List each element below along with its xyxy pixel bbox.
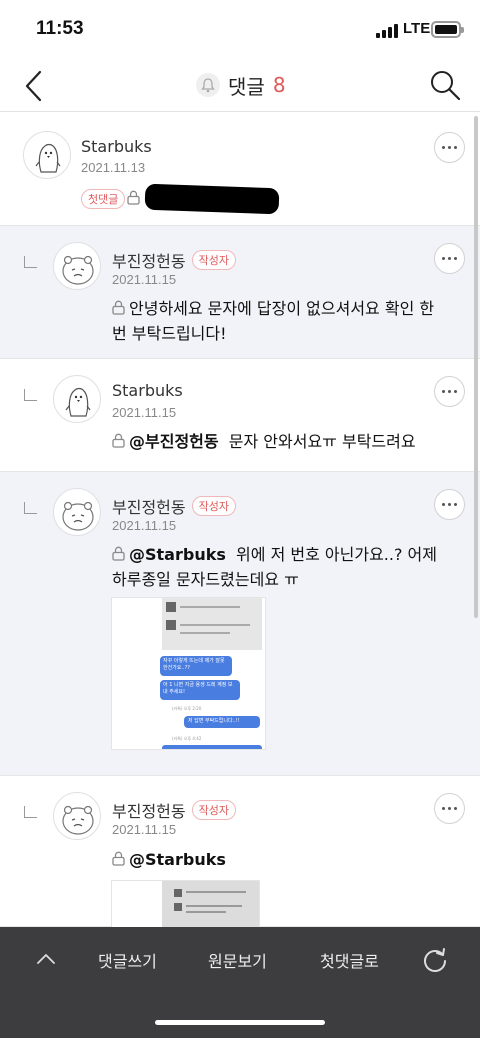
lock-icon	[112, 433, 125, 448]
writer-badge: 작성자	[191, 496, 236, 516]
attached-image[interactable]	[111, 880, 260, 927]
status-bar: 11:53 LTE	[0, 0, 480, 58]
comment-item: 부진정헌동 작성자 2021.11.15 안녕하세요 문자에 답장이 없으셔서요 …	[0, 226, 480, 359]
comment-author[interactable]: 부진정헌동 작성자	[112, 494, 236, 518]
comment-body: 문자 안와서요ㅠ 부탁드려요	[228, 432, 416, 451]
comments-header: 댓글 8	[0, 58, 480, 112]
reply-arrow-icon	[24, 389, 37, 401]
comment-date: 2021.11.13	[81, 160, 146, 175]
first-comment-button[interactable]: 첫댓글로	[320, 948, 379, 972]
chat-bubble: 아 1 니면 지금 용생 드레 계정 보내 주세요!	[160, 680, 240, 700]
comment-item: Starbuks 2021.11.13 첫댓글	[0, 113, 480, 226]
more-options-button[interactable]	[434, 489, 465, 520]
chat-time: (카톡) 오후 4:42	[172, 736, 202, 741]
avatar	[53, 488, 101, 536]
comment-date: 2021.11.15	[112, 272, 177, 287]
lock-icon	[112, 300, 125, 315]
chat-bubble: 저 답변 부탁드립니다..!!	[184, 716, 260, 728]
author-name: Starbuks	[112, 381, 183, 400]
chevron-left-icon	[25, 70, 42, 102]
signal-icon	[376, 24, 400, 38]
refresh-icon	[424, 948, 446, 972]
reply-arrow-icon	[24, 256, 37, 268]
back-button[interactable]	[20, 66, 50, 106]
more-options-button[interactable]	[434, 243, 465, 274]
author-name: 부진정헌동	[112, 252, 186, 271]
reply-arrow-icon	[24, 502, 37, 514]
more-options-button[interactable]	[434, 132, 465, 163]
comment-body-line2: 하루종일 문자드렸는데요 ㅠ	[112, 570, 299, 589]
mention-link[interactable]: @Starbuks	[129, 850, 226, 869]
more-options-button[interactable]	[434, 376, 465, 407]
comment-date: 2021.11.15	[112, 822, 177, 837]
avatar	[53, 792, 101, 840]
scroll-top-button[interactable]	[36, 951, 56, 965]
chevron-up-icon	[37, 954, 55, 964]
home-indicator[interactable]	[155, 1020, 325, 1025]
comment-text: @부진정헌동 문자 안와서요ㅠ 부탁드려요	[112, 429, 452, 454]
network-label: LTE	[403, 20, 431, 37]
comment-author[interactable]: 부진정헌동 작성자	[112, 798, 236, 822]
comment-item: Starbuks 2021.11.15 @부진정헌동 문자 안와서요ㅠ 부탁드려…	[0, 359, 480, 472]
first-comment-badge: 첫댓글	[81, 189, 126, 209]
comment-text: 안녕하세요 문자에 답장이 없으셔서요 확인 한번 부탁드립니다!	[112, 296, 442, 346]
author-name: Starbuks	[81, 137, 152, 156]
comment-text: @Starbuks 위에 저 번호 아닌가요..? 어제하루종일 문자드렸는데요…	[112, 542, 452, 592]
avatar	[53, 242, 101, 290]
status-time: 11:53	[36, 18, 84, 39]
comment-count: 8	[272, 73, 286, 97]
header-title-group: 댓글 8	[196, 70, 286, 100]
lock-icon	[112, 851, 125, 866]
redaction-mark	[144, 183, 280, 215]
refresh-button[interactable]	[422, 947, 448, 973]
chat-bubble: 자꾸 이렇게 뜨는데 제가 잘못한건가요..??	[160, 656, 232, 676]
comment-author[interactable]: Starbuks	[112, 381, 183, 400]
lock-icon	[112, 546, 125, 561]
writer-badge: 작성자	[191, 250, 236, 270]
mention-link[interactable]: @부진정헌동	[129, 432, 219, 451]
page-title: 댓글	[228, 74, 265, 99]
lock-icon	[127, 190, 140, 205]
comment-date: 2021.11.15	[112, 518, 177, 533]
mention-link[interactable]: @Starbuks	[129, 545, 226, 564]
scrollbar[interactable]	[474, 116, 478, 618]
search-icon	[431, 71, 461, 101]
comment-item: 부진정헌동 작성자 2021.11.15 @Starbuks	[0, 776, 480, 927]
attached-image[interactable]: 자꾸 이렇게 뜨는데 제가 잘못한건가요..?? 아 1 니면 지금 용생 드레…	[111, 597, 266, 750]
author-name: 부진정헌동	[112, 498, 186, 517]
view-original-button[interactable]: 원문보기	[208, 948, 267, 972]
avatar	[53, 375, 101, 423]
comment-author[interactable]: Starbuks	[81, 137, 152, 156]
comment-item: 부진정헌동 작성자 2021.11.15 @Starbuks 위에 저 번호 아닌…	[0, 472, 480, 776]
chat-time: (카톡) 오후 2:20	[172, 706, 202, 711]
comment-date: 2021.11.15	[112, 405, 177, 420]
comment-body-line1: 위에 저 번호 아닌가요..? 어제	[236, 545, 437, 564]
comment-text: @Starbuks	[112, 847, 452, 872]
more-options-button[interactable]	[434, 793, 465, 824]
writer-badge: 작성자	[191, 800, 236, 820]
bottom-toolbar: 댓글쓰기 원문보기 첫댓글로	[0, 927, 480, 1038]
comment-author[interactable]: 부진정헌동 작성자	[112, 248, 236, 272]
comment-body: 안녕하세요 문자에 답장이 없으셔서요 확인 한번 부탁드립니다!	[112, 299, 435, 343]
avatar	[23, 131, 71, 179]
write-comment-button[interactable]: 댓글쓰기	[98, 948, 157, 972]
author-name: 부진정헌동	[112, 802, 186, 821]
bell-icon[interactable]	[196, 73, 220, 97]
reply-arrow-icon	[24, 806, 37, 818]
battery-icon	[431, 21, 464, 38]
search-button[interactable]	[428, 68, 462, 102]
